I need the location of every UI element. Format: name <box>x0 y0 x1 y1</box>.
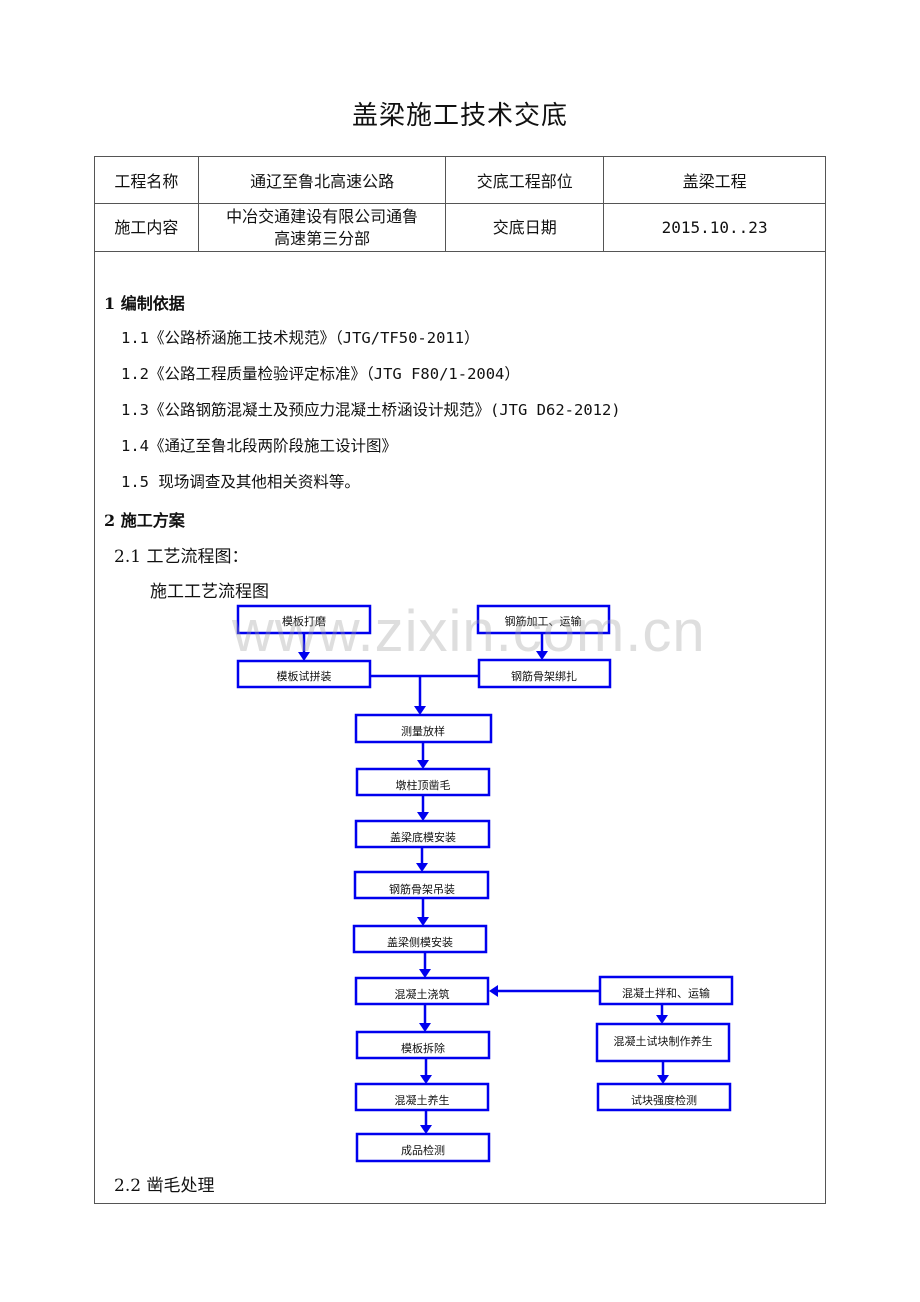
subsection-2-2: 2.2 凿毛处理 <box>114 1176 215 1196</box>
flow-step-label: 混凝土浇筑 <box>395 987 450 1001</box>
flow-step-label: 墩柱顶凿毛 <box>396 778 451 792</box>
flow-step-label: 钢筋骨架绑扎 <box>511 669 577 683</box>
flow-step-label: 混凝土拌和、运输 <box>622 986 710 1000</box>
flow-step-final-inspection: 成品检测 <box>355 1132 491 1163</box>
flowchart: 模板打磨 钢筋加工、运输 模板试拼装 钢筋骨架绑扎 测量放样 墩柱顶凿毛 盖梁底… <box>236 604 734 1163</box>
flow-step-concrete-mixing: 混凝土拌和、运输 <box>598 975 734 1006</box>
flow-step-template-polish: 模板打磨 <box>236 604 372 635</box>
flow-step-label: 模板试拼装 <box>277 669 332 683</box>
flow-step-label: 混凝土试块制作养生 <box>614 1034 713 1048</box>
flow-step-label: 模板拆除 <box>401 1041 445 1055</box>
flow-step-concrete-curing: 混凝土养生 <box>354 1082 490 1112</box>
flow-step-rebar-processing: 钢筋加工、运输 <box>476 604 611 635</box>
flow-step-form-removal: 模板拆除 <box>355 1030 491 1060</box>
flow-step-label: 盖梁底模安装 <box>390 830 456 844</box>
flow-step-label: 测量放样 <box>401 724 445 738</box>
flow-step-rebar-binding: 钢筋骨架绑扎 <box>477 658 612 689</box>
flow-step-label: 钢筋骨架吊装 <box>389 882 455 896</box>
flow-step-survey-layout: 测量放样 <box>354 713 493 744</box>
flow-step-label: 盖梁侧模安装 <box>387 935 453 949</box>
flow-step-label: 模板打磨 <box>282 614 326 628</box>
flow-step-label: 钢筋加工、运输 <box>505 614 582 628</box>
flow-step-strength-test: 试块强度检测 <box>596 1082 732 1112</box>
flow-step-test-block-curing: 混凝土试块制作养生 <box>595 1022 731 1063</box>
flow-step-cage-hoisting: 钢筋骨架吊装 <box>353 870 490 900</box>
flow-step-side-form-install: 盖梁侧模安装 <box>352 924 488 954</box>
flow-step-label: 试块强度检测 <box>631 1093 697 1107</box>
flow-step-pier-top-chiseling: 墩柱顶凿毛 <box>355 767 491 797</box>
flow-step-label: 混凝土养生 <box>395 1093 450 1107</box>
flow-step-concrete-pouring: 混凝土浇筑 <box>354 976 490 1006</box>
flow-step-template-trial-assembly: 模板试拼装 <box>236 659 372 689</box>
flow-step-label: 成品检测 <box>401 1143 445 1157</box>
flow-step-bottom-form-install: 盖梁底模安装 <box>354 819 491 849</box>
